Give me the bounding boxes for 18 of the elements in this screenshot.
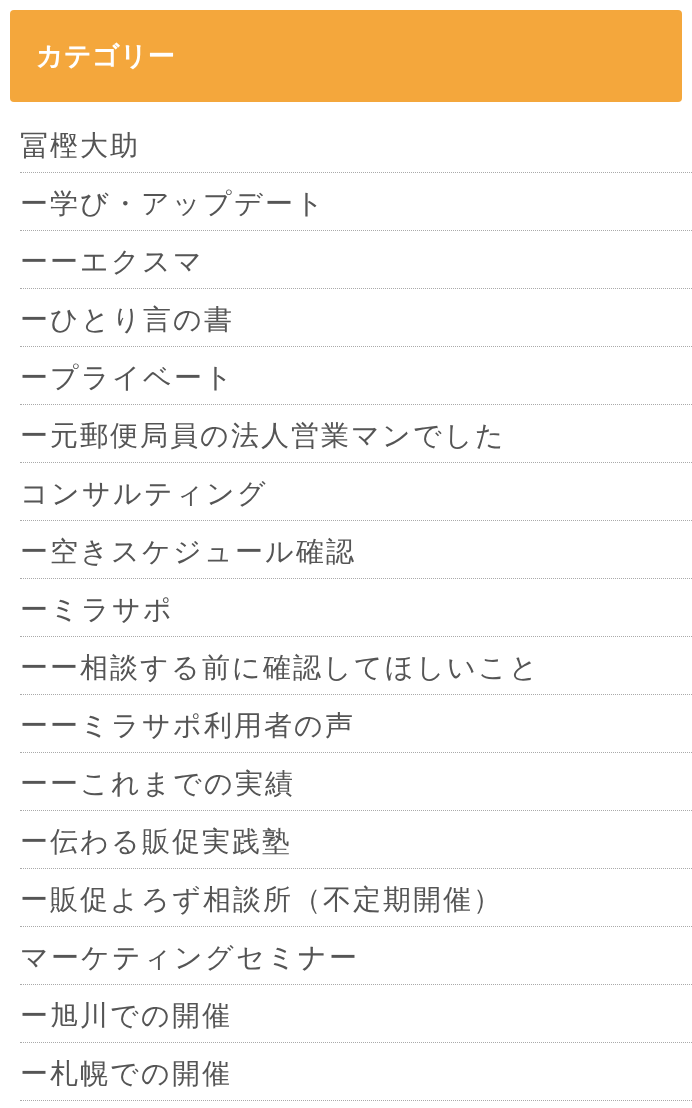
category-link[interactable]: ーーエクスマ xyxy=(20,242,204,281)
category-link[interactable]: ー札幌での開催 xyxy=(20,1054,232,1093)
category-link[interactable]: ーーミラサポ利用者の声 xyxy=(20,706,355,745)
category-link[interactable]: ー伝わる販促実践塾 xyxy=(20,822,292,861)
category-link[interactable]: ーー相談する前に確認してほしいこと xyxy=(20,648,540,687)
category-link[interactable]: コンサルティング xyxy=(20,474,268,513)
category-link[interactable]: 冨樫大助 xyxy=(20,126,140,165)
category-link[interactable]: ーミラサポ xyxy=(20,590,174,629)
category-link[interactable]: ー販促よろず相談所（不定期開催） xyxy=(20,880,503,919)
category-link[interactable]: ー空きスケジュール確認 xyxy=(20,532,356,571)
category-link[interactable]: ーーこれまでの実績 xyxy=(20,764,295,803)
category-link[interactable]: ーひとり言の書 xyxy=(20,300,234,339)
category-link[interactable]: ープライベート xyxy=(20,358,235,397)
category-link[interactable]: ー旭川での開催 xyxy=(20,996,232,1035)
category-link[interactable]: マーケティングセミナー xyxy=(20,938,359,977)
header-title: カテゴリー xyxy=(36,39,175,73)
category-link[interactable]: ー元郵便局員の法人営業マンでした xyxy=(20,416,506,455)
category-link[interactable]: ー学び・アップデート xyxy=(20,184,326,223)
